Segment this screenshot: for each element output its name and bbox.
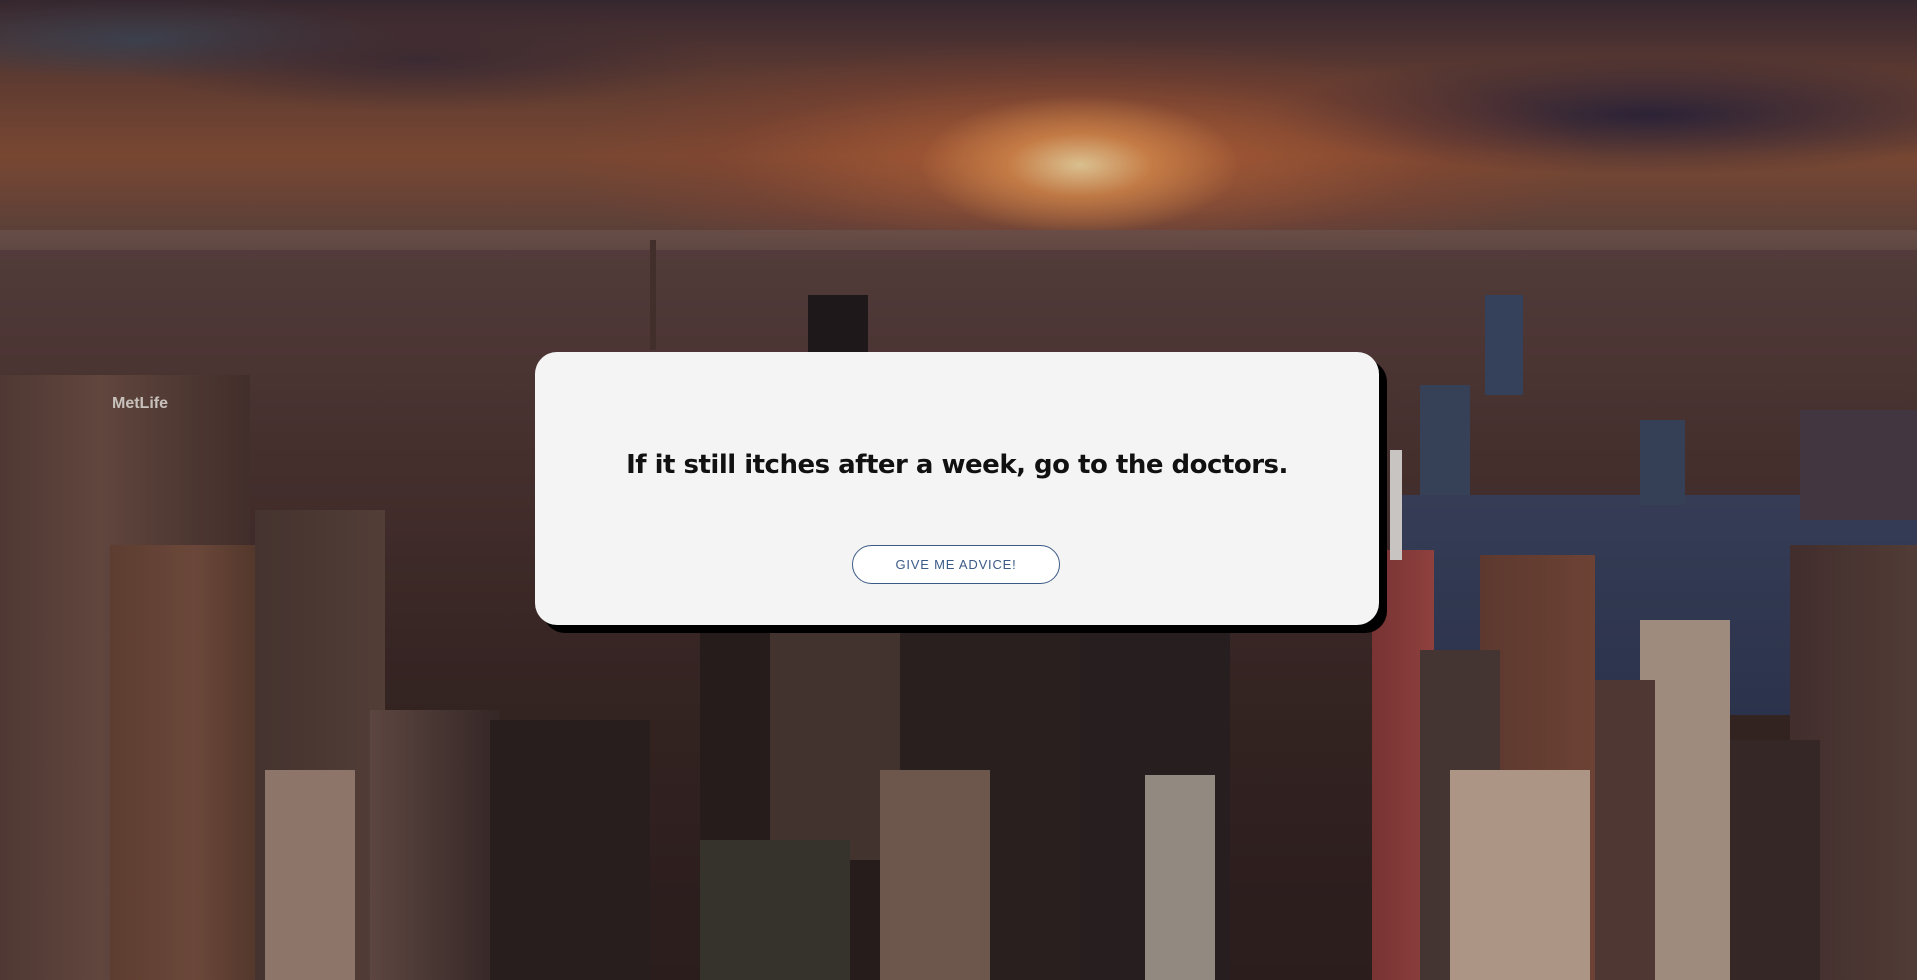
give-advice-button[interactable]: GIVE ME ADVICE! <box>852 545 1060 584</box>
advice-card: If it still itches after a week, go to t… <box>535 352 1379 625</box>
advice-text: If it still itches after a week, go to t… <box>626 450 1288 480</box>
